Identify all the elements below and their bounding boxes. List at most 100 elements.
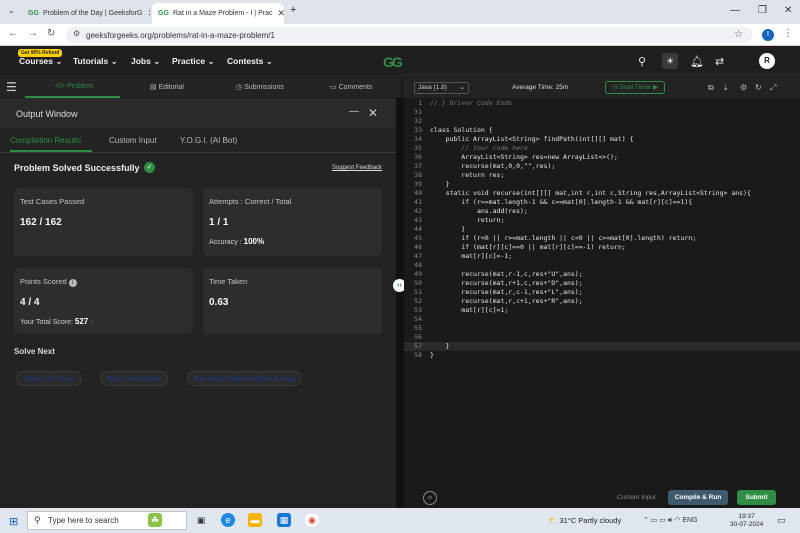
settings-icon[interactable]: ⚙ [740, 83, 747, 92]
nav-contests[interactable]: Contests ⌄ [227, 56, 273, 67]
nav-courses[interactable]: Courses ⌄ [19, 56, 63, 67]
forward-icon[interactable]: → [28, 28, 38, 39]
tab-rat-in-a-maze[interactable]: GG Rat in a Maze Problem - I | Prac ✕ [152, 3, 284, 24]
user-avatar[interactable]: R [759, 53, 775, 69]
panel-splitter[interactable] [396, 98, 404, 508]
code-line[interactable]: 50 recurse(mat,r+1,c,res+"D",ans); [404, 279, 800, 288]
close-icon[interactable]: ✕ [147, 8, 150, 19]
download-icon[interactable]: ⤓ [724, 83, 728, 93]
windows-start-icon[interactable]: ⊞ [9, 515, 18, 528]
info-icon[interactable]: i [68, 279, 77, 287]
reset-icon[interactable]: ↻ [755, 83, 762, 92]
start-timer-button[interactable]: ◷ Start Timer ▶ [605, 81, 665, 94]
custom-input-link[interactable]: Custom Input [617, 494, 656, 501]
hamburger-menu-icon[interactable]: ☰ [6, 80, 17, 94]
clock[interactable]: 19:37 30-07-2024 [730, 513, 763, 529]
restore-icon[interactable]: ❐ [758, 5, 767, 16]
tab-custom-input[interactable]: Custom Input [109, 136, 157, 145]
tab-submissions[interactable]: ◷ Submissions [236, 83, 284, 91]
code-line[interactable]: 35 // Your code here [404, 144, 800, 153]
submit-button[interactable]: Submit [737, 490, 776, 505]
url-input[interactable]: ⚙ geeksforgeeks.org/problems/rat-in-a-ma… [66, 27, 752, 43]
profile-avatar[interactable]: I [762, 29, 774, 41]
reload-icon[interactable]: ↻ [47, 28, 55, 39]
code-line[interactable]: 58} [404, 351, 800, 360]
code-line[interactable]: 52 recurse(mat,r,c+1,res+"R",ans); [404, 297, 800, 306]
code-line[interactable]: 38 return res; [404, 171, 800, 180]
code-line[interactable]: 34 public ArrayList<String> findPath(int… [404, 135, 800, 144]
translate-icon[interactable]: ⇄ [715, 55, 724, 68]
tab-yogi-ai-bot[interactable]: Y.O.G.I. (AI Bot) [180, 136, 237, 145]
minimize-icon[interactable]: — [730, 5, 740, 16]
code-line[interactable]: 41 if (r==mat.length-1 && c==mat[0].leng… [404, 198, 800, 207]
code-line[interactable]: 55 [404, 324, 800, 333]
solve-next-chip[interactable]: Tower Of Hanoi [16, 371, 82, 386]
tab-search-icon[interactable]: ⌄ [8, 6, 15, 15]
new-tab-icon[interactable]: + [290, 4, 296, 16]
gfg-logo[interactable]: GG [383, 54, 403, 70]
search-icon[interactable]: ⚲ [638, 55, 646, 68]
code-line[interactable]: 33 class Solution { [404, 126, 800, 135]
close-panel-icon[interactable]: ✕ [368, 106, 378, 120]
weather-widget-icon[interactable]: ☘ [148, 513, 162, 527]
copy-icon[interactable]: ⧉ [708, 83, 714, 93]
code-line[interactable]: 57 } [404, 342, 800, 351]
bookmark-star-icon[interactable]: ☆ [734, 29, 743, 40]
notifications-icon[interactable]: ▭ [777, 515, 786, 526]
tab-problem-of-the-day[interactable]: GG Problem of the Day | GeeksforG ✕ [22, 3, 150, 24]
code-text: if (r==mat.length-1 && c==mat[0].length-… [430, 198, 693, 206]
theme-toggle-icon[interactable]: ☀ [662, 53, 678, 69]
browser-menu-icon[interactable]: ⋮ [783, 28, 793, 39]
store-icon[interactable]: ▦ [277, 513, 291, 527]
compile-run-button[interactable]: Compile & Run [668, 490, 728, 505]
taskbar-search-input[interactable]: ⚲ Type here to search [27, 511, 187, 530]
code-line[interactable]: 54 [404, 315, 800, 324]
back-icon[interactable]: ← [8, 28, 18, 39]
bell-icon[interactable]: 🔔︎ [690, 55, 704, 68]
language-select[interactable]: Java (1.8) ⌄ [414, 82, 469, 94]
code-line[interactable]: 49 recurse(mat,r-1,c,res+"U",ans); [404, 270, 800, 279]
minimize-panel-icon[interactable]: — [349, 106, 359, 117]
code-line[interactable]: 37 recurse(mat,0,0,"",res); [404, 162, 800, 171]
code-line[interactable]: 40 static void recurse(int[][] mat,int r… [404, 189, 800, 198]
tab-editorial[interactable]: ▤ Editorial [150, 83, 184, 91]
code-line[interactable]: 39 } [404, 180, 800, 189]
code-line[interactable]: 48 [404, 261, 800, 270]
code-line[interactable]: 46 if (mat[r][c]==0 || mat[r][c]==-1) re… [404, 243, 800, 252]
solve-next-chip[interactable]: Black and White [100, 371, 169, 386]
task-view-icon[interactable]: ▣ [194, 513, 208, 527]
code-line[interactable]: 42 ans.add(res); [404, 207, 800, 216]
code-line[interactable]: 43 return; [404, 216, 800, 225]
card-label: Attempts : Correct / Total [209, 197, 292, 206]
chrome-icon[interactable]: ◉ [305, 513, 319, 527]
tab-problem[interactable]: </> Problem [55, 83, 93, 90]
file-explorer-icon[interactable]: ▬ [248, 513, 262, 527]
tab-comments[interactable]: ▭ Comments [330, 83, 372, 91]
code-line[interactable]: 31 [404, 108, 800, 117]
code-line[interactable]: 47 mat[r][c]=-1; [404, 252, 800, 261]
suggest-feedback-link[interactable]: Suggest Feedback [332, 165, 382, 171]
lightbulb-icon[interactable]: ☼ [423, 491, 437, 505]
weather-status[interactable]: ⛅ 31°C Partly cloudy [548, 516, 621, 525]
fullscreen-icon[interactable]: ⤢ [770, 83, 776, 93]
code-line[interactable]: 36 ArrayList<String> res=new ArrayList<>… [404, 153, 800, 162]
nav-practice[interactable]: Practice ⌄ [172, 56, 215, 67]
solve-next-chip[interactable]: Rat Maze With Multiple Jumps [187, 371, 303, 386]
code-line[interactable]: 44 } [404, 225, 800, 234]
site-info-icon[interactable]: ⚙ [73, 29, 80, 38]
code-line[interactable]: 56 [404, 333, 800, 342]
code-line[interactable]: 32 [404, 117, 800, 126]
nav-jobs[interactable]: Jobs ⌄ [131, 56, 160, 67]
code-text: public ArrayList<String> findPath(int[][… [430, 135, 634, 143]
edge-browser-icon[interactable]: e [221, 513, 235, 527]
window-close-icon[interactable]: ✕ [784, 5, 792, 16]
code-line[interactable]: 1 // } Driver Code Ends [404, 99, 800, 108]
tab-compilation-results[interactable]: Compilation Results [10, 136, 81, 145]
close-icon[interactable]: ✕ [277, 8, 284, 19]
system-tray[interactable]: ⌃ ▭ ▭ 🔊︎ ◠ ENG [643, 516, 698, 525]
code-area[interactable]: 1 // } Driver Code Ends 31 32 33 class Soluti… [404, 99, 800, 469]
nav-tutorials[interactable]: Tutorials ⌄ [73, 56, 118, 67]
code-line[interactable]: 45 if (r<0 || r>=mat.length || c<0 || c>… [404, 234, 800, 243]
code-line[interactable]: 53 mat[r][c]=1; [404, 306, 800, 315]
code-line[interactable]: 51 recurse(mat,r,c-1,res+"L",ans); [404, 288, 800, 297]
